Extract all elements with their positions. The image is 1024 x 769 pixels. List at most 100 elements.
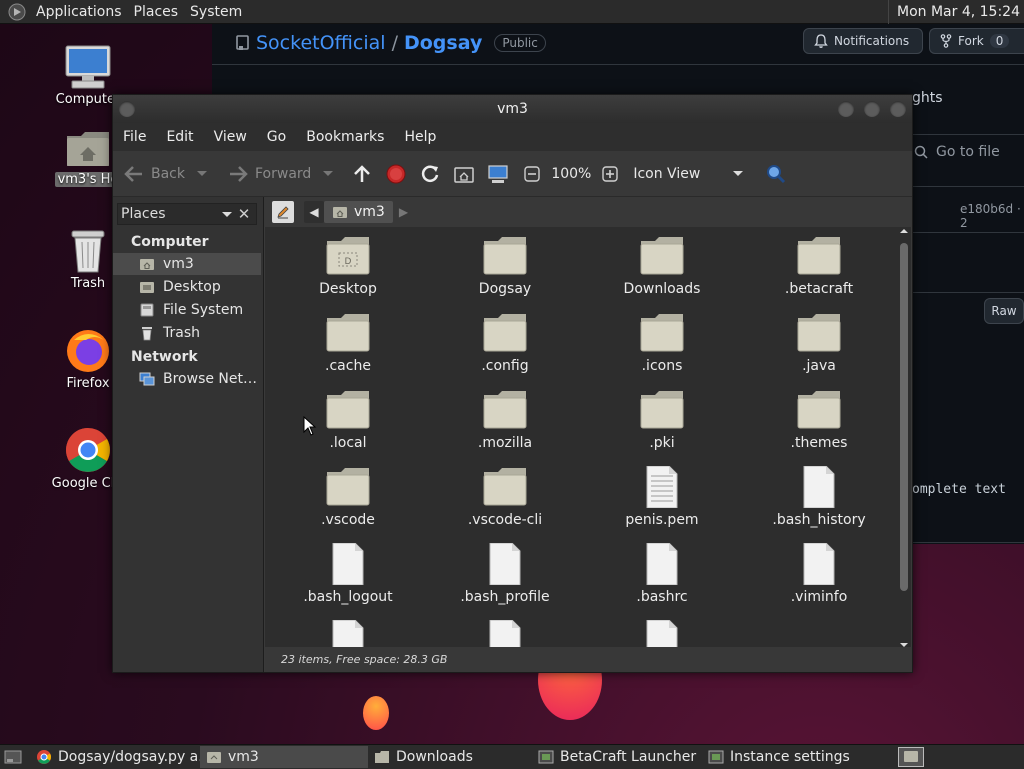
reload-button[interactable] bbox=[413, 163, 447, 185]
goto-file-field[interactable]: Go to file bbox=[914, 144, 1000, 160]
view-mode-select[interactable]: Icon View bbox=[627, 166, 749, 182]
sidebar-item-browse-network[interactable]: Browse Net… bbox=[113, 368, 261, 390]
window-titlebar[interactable]: vm3 bbox=[113, 95, 912, 123]
menu-places[interactable]: Places bbox=[128, 4, 185, 20]
taskbar-label: vm3 bbox=[228, 749, 259, 765]
file-item[interactable]: .bash_profile bbox=[430, 543, 580, 605]
taskbar-button[interactable]: Dogsay/dogsay.py a… bbox=[30, 746, 200, 768]
taskbar-label: Instance settings bbox=[730, 749, 850, 765]
notifications-button[interactable]: Notifications bbox=[803, 28, 923, 54]
folder-item[interactable]: D Desktop bbox=[273, 235, 423, 297]
sidebar-close-button[interactable]: ✕ bbox=[235, 205, 253, 223]
sidebar-item-label: vm3 bbox=[163, 256, 194, 272]
search-button[interactable] bbox=[759, 163, 793, 185]
breadcrumb-vm3[interactable]: vm3 bbox=[324, 201, 393, 223]
repo-icon bbox=[236, 35, 249, 50]
up-button[interactable] bbox=[345, 163, 379, 185]
menu-edit[interactable]: Edit bbox=[156, 129, 203, 145]
home-button[interactable] bbox=[447, 163, 481, 185]
sidebar-item-desktop[interactable]: Desktop bbox=[113, 276, 261, 298]
sidebar-item-trash[interactable]: Trash bbox=[113, 322, 261, 344]
folder-item[interactable]: .pki bbox=[587, 389, 737, 451]
home-folder-icon bbox=[454, 166, 475, 183]
folder-item[interactable]: .cache bbox=[273, 312, 423, 374]
back-arrow-icon bbox=[124, 165, 142, 182]
taskbar-button[interactable]: vm3 bbox=[200, 746, 368, 768]
path-scroll-left-button[interactable]: ◀ bbox=[304, 201, 324, 223]
folder-item[interactable]: .vscode-cli bbox=[430, 466, 580, 528]
window-menu-button[interactable] bbox=[119, 101, 135, 117]
file-item[interactable]: penis.pem bbox=[587, 466, 737, 528]
folder-item[interactable]: .themes bbox=[744, 389, 894, 451]
taskbar-button[interactable]: BetaCraft Launcher … bbox=[532, 746, 702, 768]
folder-icon bbox=[483, 468, 527, 506]
menu-file[interactable]: File bbox=[113, 129, 156, 145]
file-icon-view[interactable]: D Desktop Dogsay Downloads .betacraft .cache.… bbox=[265, 227, 911, 647]
scroll-up-icon[interactable] bbox=[900, 227, 908, 235]
java-app-icon bbox=[538, 750, 554, 764]
fork-button[interactable]: Fork 0 bbox=[929, 28, 1024, 54]
menu-system[interactable]: System bbox=[184, 4, 248, 20]
path-scroll-right-button[interactable]: ▶ bbox=[399, 205, 408, 219]
zoom-out-button[interactable] bbox=[515, 163, 549, 185]
zoom-level[interactable]: 100% bbox=[549, 166, 593, 182]
zoom-in-button[interactable] bbox=[593, 163, 627, 185]
file-name: Desktop bbox=[319, 281, 377, 297]
taskbar-button[interactable]: Instance settings bbox=[702, 746, 852, 768]
scrollbar-thumb[interactable] bbox=[900, 243, 908, 591]
divider bbox=[912, 292, 1024, 293]
computer-icon bbox=[65, 45, 111, 89]
sidebar-item-file-system[interactable]: File System bbox=[113, 299, 261, 321]
top-panel: Applications Places System Mon Mar 4, 15… bbox=[0, 0, 1024, 24]
forward-button[interactable]: Forward bbox=[221, 163, 339, 185]
applications-icon[interactable] bbox=[8, 3, 26, 21]
menubar: File Edit View Go Bookmarks Help bbox=[113, 123, 912, 151]
commit-hash-fragment[interactable]: e180b6d · 2 bbox=[960, 202, 1024, 230]
menu-go[interactable]: Go bbox=[257, 129, 296, 145]
clock[interactable]: Mon Mar 4, 15:24 bbox=[888, 0, 1020, 24]
insights-tab-fragment[interactable]: ghts bbox=[912, 90, 943, 106]
file-item[interactable] bbox=[587, 620, 737, 647]
vertical-scrollbar[interactable] bbox=[900, 229, 908, 647]
maximize-button[interactable] bbox=[864, 101, 880, 117]
back-history-dropdown-icon[interactable] bbox=[197, 171, 207, 176]
close-button[interactable] bbox=[890, 101, 906, 117]
file-item[interactable]: .bash_history bbox=[744, 466, 894, 528]
folder-item[interactable]: .icons bbox=[587, 312, 737, 374]
divider bbox=[912, 232, 1024, 233]
file-item[interactable]: .bashrc bbox=[587, 543, 737, 605]
file-icon bbox=[489, 543, 521, 585]
file-item[interactable]: .viminfo bbox=[744, 543, 894, 605]
folder-item[interactable]: .java bbox=[744, 312, 894, 374]
forward-arrow-icon bbox=[230, 165, 248, 182]
folder-item[interactable]: .config bbox=[430, 312, 580, 374]
workspace-switcher[interactable] bbox=[898, 747, 924, 767]
menu-help[interactable]: Help bbox=[394, 129, 446, 145]
divider bbox=[912, 542, 1024, 543]
folder-item[interactable]: .local bbox=[273, 389, 423, 451]
forward-history-dropdown-icon[interactable] bbox=[323, 171, 334, 176]
file-item[interactable] bbox=[273, 620, 423, 647]
minimize-button[interactable] bbox=[838, 101, 854, 117]
stop-button[interactable] bbox=[379, 163, 413, 185]
file-item[interactable] bbox=[430, 620, 580, 647]
menu-applications[interactable]: Applications bbox=[30, 4, 128, 20]
folder-item[interactable]: Downloads bbox=[587, 235, 737, 297]
raw-button[interactable]: Raw bbox=[984, 298, 1024, 324]
show-desktop-icon[interactable] bbox=[4, 749, 22, 765]
folder-item[interactable]: Dogsay bbox=[430, 235, 580, 297]
folder-item[interactable]: .vscode bbox=[273, 466, 423, 528]
toggle-location-entry-button[interactable] bbox=[272, 201, 294, 223]
sidebar-item-vm3[interactable]: vm3 bbox=[113, 253, 261, 275]
menu-view[interactable]: View bbox=[204, 129, 257, 145]
repo-name-link[interactable]: Dogsay bbox=[404, 32, 482, 54]
folder-item[interactable]: .betacraft bbox=[744, 235, 894, 297]
folder-item[interactable]: .mozilla bbox=[430, 389, 580, 451]
computer-button[interactable] bbox=[481, 163, 515, 185]
menu-bookmarks[interactable]: Bookmarks bbox=[296, 129, 394, 145]
location-bar: ◀ vm3 ▶ bbox=[264, 197, 912, 227]
back-button[interactable]: Back bbox=[117, 163, 213, 185]
repo-owner-link[interactable]: SocketOfficial bbox=[256, 32, 386, 54]
taskbar-button[interactable]: Downloads bbox=[368, 746, 532, 768]
file-item[interactable]: .bash_logout bbox=[273, 543, 423, 605]
